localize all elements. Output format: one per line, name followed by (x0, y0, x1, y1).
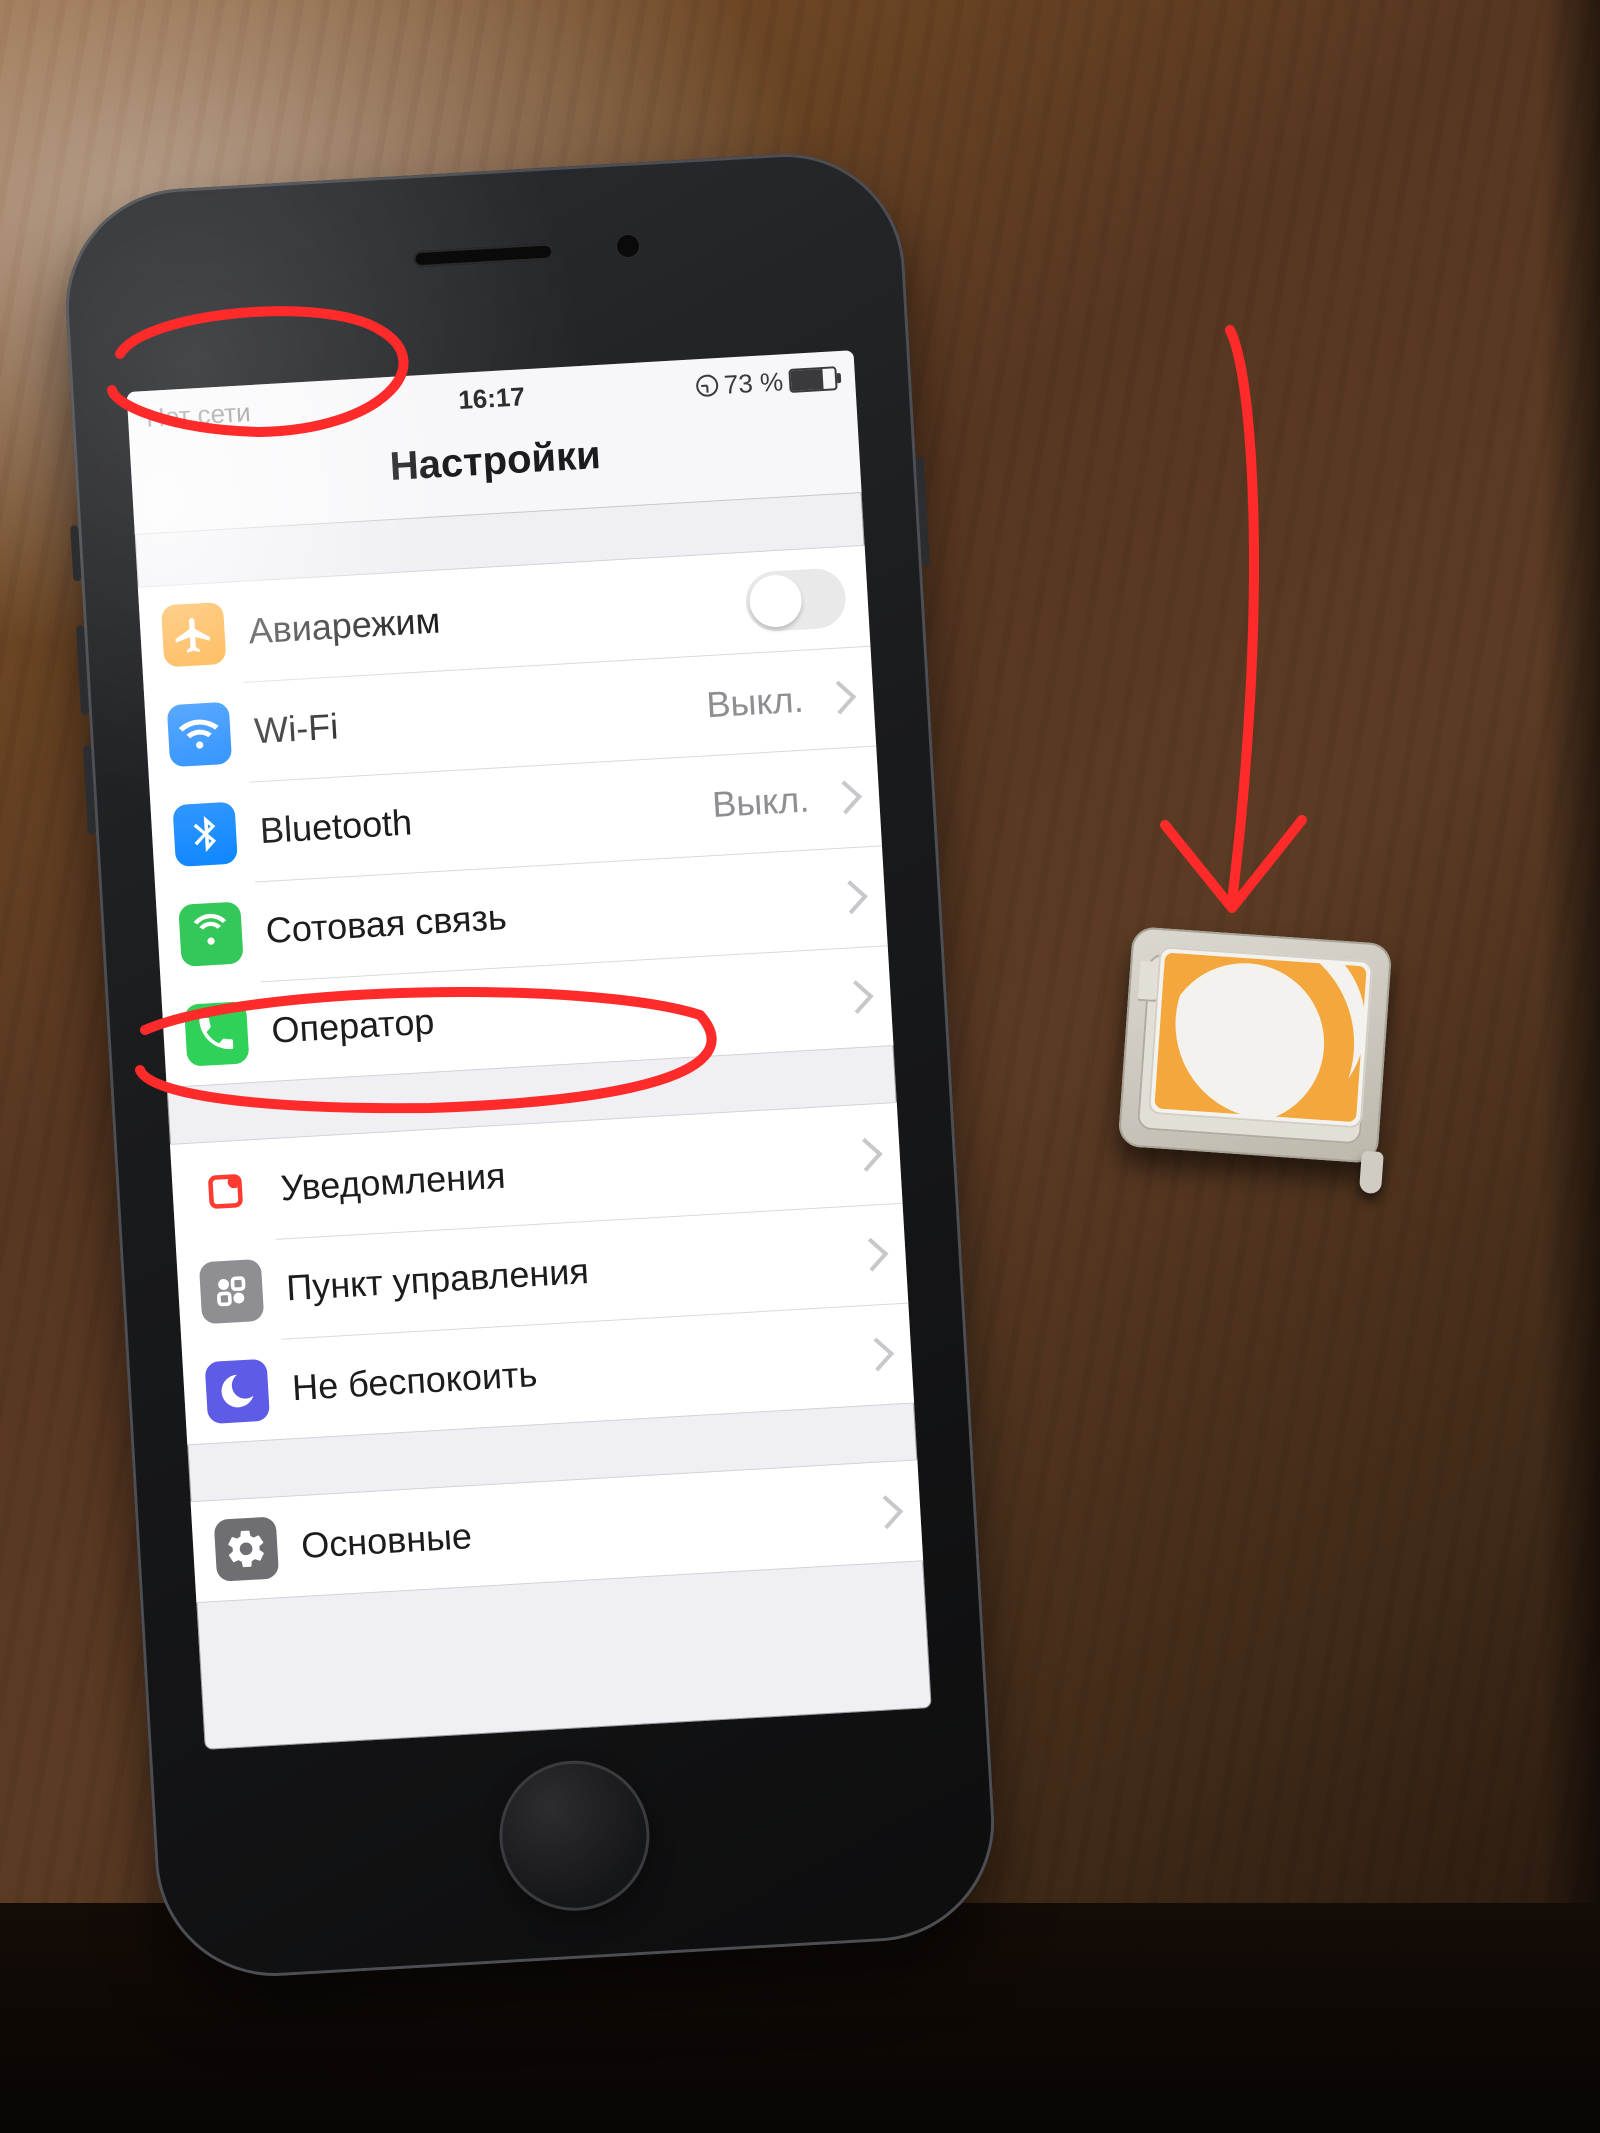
settings-row-label: Не беспокоить (291, 1336, 843, 1410)
control-center-icon (199, 1259, 264, 1324)
settings-row-label: Bluetooth (259, 785, 690, 852)
phone-screen: Нет сети 16:17 73 % Настройки АвиарежимW… (127, 350, 932, 1750)
volume-down (83, 745, 96, 835)
chevron-right-icon (869, 1495, 903, 1529)
general-icon (214, 1516, 279, 1581)
dnd-icon (205, 1359, 270, 1424)
home-button[interactable] (495, 1757, 653, 1915)
notifications-icon (193, 1159, 258, 1224)
earpiece-speaker (413, 243, 554, 267)
settings-group: Авиарежим Wi-Fi Выкл. Bluetooth Выкл. Сотовая… (138, 545, 894, 1088)
settings-row-value: Выкл. (711, 779, 810, 827)
rotation-lock-icon (695, 374, 718, 397)
sim-tray (1118, 926, 1393, 1164)
airplane-mode-toggle[interactable] (744, 567, 847, 633)
wifi-icon (167, 702, 232, 767)
volume-up (76, 625, 89, 715)
chevron-right-icon (822, 681, 856, 715)
settings-row-label: Основные (300, 1493, 852, 1567)
bluetooth-icon (172, 802, 237, 867)
chevron-right-icon (828, 780, 862, 814)
sim-card-logo (1154, 953, 1366, 1123)
airplane-icon (161, 602, 226, 667)
settings-row-general[interactable]: Основные (191, 1460, 924, 1602)
settings-row-label: Оператор (270, 978, 822, 1052)
chevron-right-icon (834, 880, 868, 914)
chevron-right-icon (855, 1238, 889, 1272)
battery-icon (788, 366, 837, 393)
sim-card (1148, 946, 1373, 1129)
table-edge-right (1540, 0, 1600, 1903)
settings-group: Уведомления Пункт управления Не беспокоить (170, 1102, 914, 1445)
settings-list: Авиарежим Wi-Fi Выкл. Bluetooth Выкл. Сотовая… (135, 493, 923, 1603)
chevron-right-icon (840, 980, 874, 1014)
settings-group: Основные (191, 1459, 924, 1603)
sim-tray-eject-pin (1359, 1151, 1384, 1194)
iphone-body: Нет сети 16:17 73 % Настройки АвиарежимW… (59, 147, 1001, 1982)
settings-row-label: Пункт управления (285, 1236, 837, 1310)
power-button (916, 456, 930, 566)
settings-row-label: Авиарежим (247, 583, 723, 652)
battery-percent: 73 % (723, 366, 784, 400)
settings-row-label: Уведомления (279, 1136, 831, 1210)
chevron-right-icon (849, 1138, 883, 1172)
front-camera (614, 232, 641, 259)
cellular-icon (178, 901, 243, 966)
annotation-arrow-shaft (1230, 330, 1254, 902)
settings-row-label: Сотовая связь (265, 878, 817, 952)
chevron-right-icon (860, 1338, 894, 1372)
carrier-icon (184, 1001, 249, 1066)
annotation-arrow-head (1165, 820, 1302, 908)
mute-switch (70, 525, 81, 581)
settings-row-label: Wi-Fi (253, 686, 684, 753)
settings-row-value: Выкл. (705, 679, 804, 727)
